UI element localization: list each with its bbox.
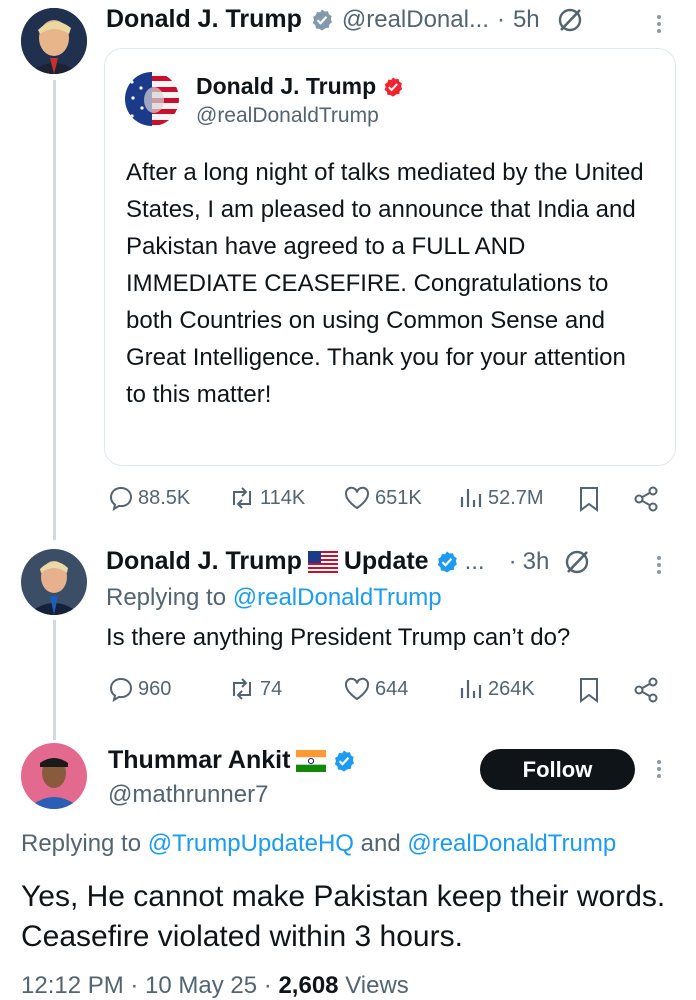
share-icon[interactable]: [632, 676, 660, 704]
quoted-author-name[interactable]: Donald J. Trump: [196, 73, 376, 100]
bookmark-icon[interactable]: [577, 676, 601, 704]
share-icon[interactable]: [632, 485, 660, 513]
us-flag-icon: [307, 550, 338, 573]
quoted-avatar[interactable]: [125, 72, 179, 126]
quoted-tweet-text: After a long night of talks mediated by …: [126, 159, 644, 408]
retweet-count: 74: [260, 677, 283, 700]
replying-prefix: Replying to: [106, 584, 227, 611]
views-count: 264K: [488, 677, 535, 700]
reply-icon: [109, 677, 133, 702]
replying-to: Replying to @TrumpUpdateHQ and @realDona…: [21, 830, 616, 858]
avatar[interactable]: [21, 8, 87, 74]
tweet-meta: 12:12 PM · 10 May 25 · 2,608 Views: [21, 972, 409, 1000]
tweet-header: Donald J. Trump Update ... · 3h: [106, 547, 591, 576]
views-count: 2,608: [278, 972, 339, 999]
replying-to-link[interactable]: @realDonaldTrump: [233, 584, 442, 611]
views-icon: [460, 680, 482, 698]
replying-to: Replying to @realDonaldTrump: [106, 584, 442, 612]
avatar[interactable]: [21, 549, 87, 615]
reply-count: 88.5K: [138, 486, 191, 509]
tweet-text: Is there anything President Trump can’t …: [106, 624, 571, 651]
replying-to-link[interactable]: @realDonaldTrump: [407, 830, 616, 857]
grok-icon[interactable]: [563, 548, 591, 576]
author-handle[interactable]: @mathrunner7: [108, 781, 268, 809]
like-count: 651K: [375, 486, 422, 509]
thread-line: [53, 620, 56, 740]
like-button[interactable]: 644: [343, 676, 408, 702]
views-icon: [460, 489, 482, 507]
verified-icon: [335, 750, 355, 771]
thread-line: [53, 80, 56, 540]
tweet-time[interactable]: 5h: [513, 6, 540, 34]
avatar[interactable]: [21, 743, 87, 809]
heart-icon: [344, 677, 370, 701]
retweet-icon: [233, 487, 251, 509]
reply-icon: [109, 486, 133, 511]
tweet-header: Thummar Ankit: [108, 746, 356, 775]
verified-red-icon: [384, 76, 403, 97]
author-name[interactable]: Donald J. Trump: [106, 5, 302, 34]
reply-button[interactable]: 88.5K: [108, 485, 190, 511]
replying-to-link[interactable]: @TrumpUpdateHQ: [148, 830, 354, 857]
heart-icon: [344, 486, 370, 510]
author-name[interactable]: Thummar Ankit: [108, 746, 290, 775]
quoted-header: Donald J. Trump: [196, 73, 404, 100]
separator-dot: ·: [508, 547, 517, 575]
tweet-time[interactable]: 3h: [523, 548, 550, 576]
more-options-icon[interactable]: [657, 757, 663, 781]
like-count: 644: [375, 677, 409, 700]
reply-count: 960: [138, 677, 172, 700]
separator-dot: ·: [496, 5, 505, 33]
replying-and: and: [360, 830, 401, 857]
views-button[interactable]: 264K: [458, 676, 535, 702]
views-button[interactable]: 52.7M: [458, 485, 544, 511]
grok-icon[interactable]: [556, 6, 584, 34]
reply-button[interactable]: 960: [108, 676, 171, 702]
like-button[interactable]: 651K: [343, 485, 422, 511]
timestamp[interactable]: 12:12 PM · 10 May 25 ·: [21, 972, 278, 999]
views-count: 52.7M: [488, 486, 544, 509]
follow-button[interactable]: Follow: [480, 749, 635, 790]
tweet-text: Yes, He cannot make Pakistan keep their …: [21, 880, 666, 953]
verified-icon: [437, 551, 457, 572]
retweet-button[interactable]: 74: [228, 676, 282, 702]
tweet-header: Donald J. Trump @realDonal... · 5h: [106, 5, 584, 34]
author-handle[interactable]: @realDonal...: [342, 6, 489, 34]
author-handle[interactable]: ...: [465, 548, 485, 576]
retweet-count: 114K: [260, 486, 306, 509]
author-name-suffix[interactable]: Update: [344, 547, 429, 576]
replying-prefix: Replying to: [21, 830, 142, 857]
quoted-author-handle[interactable]: @realDonaldTrump: [196, 104, 379, 128]
author-name[interactable]: Donald J. Trump: [106, 547, 302, 576]
retweet-button[interactable]: 114K: [228, 485, 305, 511]
verified-gray-icon: [312, 9, 332, 30]
retweet-icon: [233, 678, 251, 700]
more-options-icon[interactable]: [657, 12, 663, 36]
bookmark-icon[interactable]: [577, 485, 601, 513]
views-label: Views: [345, 972, 409, 999]
india-flag-icon: [296, 749, 327, 772]
more-options-icon[interactable]: [657, 553, 663, 577]
